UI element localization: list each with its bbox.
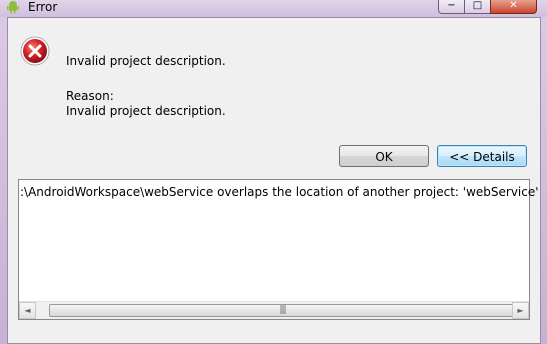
- window-title: Error: [28, 0, 58, 14]
- horizontal-scrollbar[interactable]: ◄ ||| ►: [19, 301, 529, 319]
- minimize-button[interactable]: −: [438, 0, 465, 14]
- close-icon: ✕: [509, 0, 518, 11]
- minimize-icon: −: [447, 0, 456, 11]
- title-bar[interactable]: Error − □ ✕: [0, 0, 547, 17]
- error-icon: [20, 36, 50, 66]
- grip-icon: |||: [279, 305, 286, 315]
- maximize-icon: □: [472, 0, 483, 11]
- maximize-button[interactable]: □: [464, 0, 491, 14]
- ok-button[interactable]: OK: [339, 145, 429, 167]
- close-button[interactable]: ✕: [490, 0, 537, 14]
- arrow-left-icon: ◄: [24, 306, 31, 315]
- reason-text: Invalid project description.: [66, 104, 226, 118]
- scroll-right-button[interactable]: ►: [512, 302, 529, 319]
- scrollbar-thumb[interactable]: |||: [49, 304, 516, 317]
- arrow-right-icon: ►: [517, 306, 524, 315]
- error-dialog-window: Error − □ ✕ Invalid project description.…: [0, 0, 547, 344]
- scroll-left-button[interactable]: ◄: [19, 302, 36, 319]
- android-icon: [7, 1, 19, 14]
- details-text: :\AndroidWorkspace\webService overlaps t…: [20, 185, 539, 199]
- error-message: Invalid project description.: [66, 54, 226, 68]
- reason-label: Reason:: [66, 89, 114, 103]
- details-text-area[interactable]: :\AndroidWorkspace\webService overlaps t…: [18, 179, 539, 320]
- details-button[interactable]: << Details: [437, 145, 527, 167]
